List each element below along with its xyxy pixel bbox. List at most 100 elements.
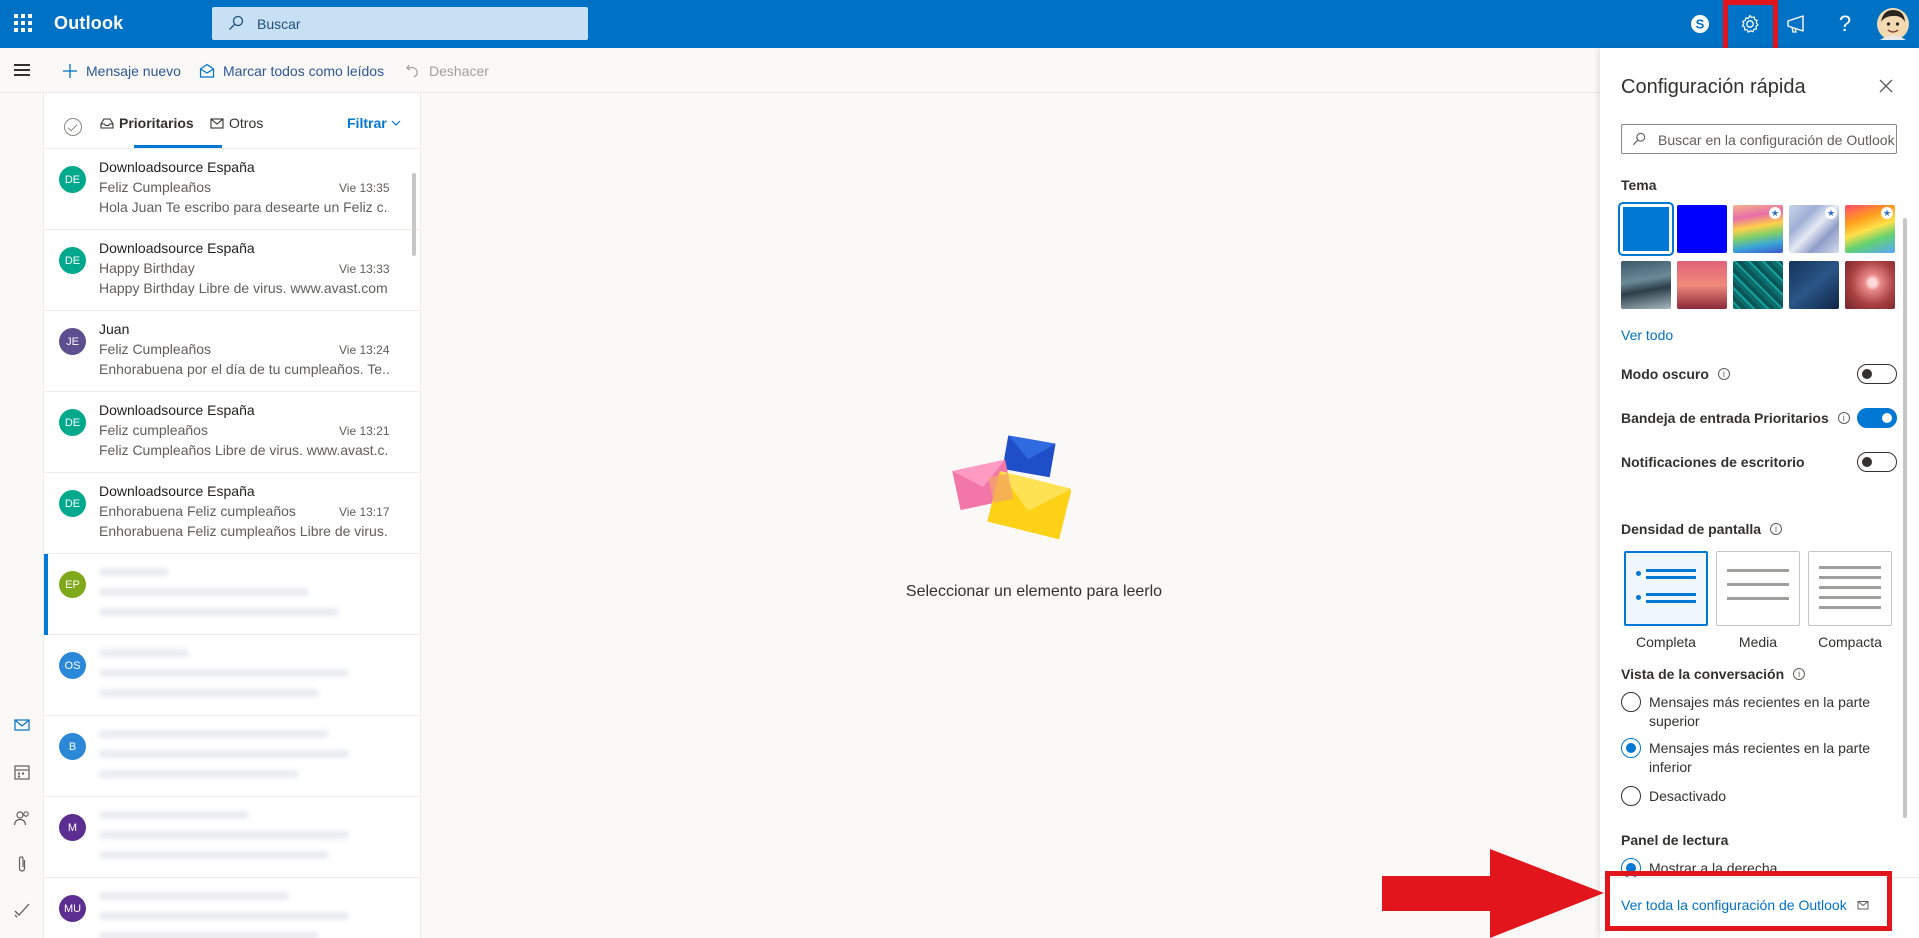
list-item[interactable]: OS xyxy=(44,635,420,716)
info-icon[interactable]: i xyxy=(1837,412,1850,424)
settings-search-input[interactable]: Buscar en la configuración de Outlook xyxy=(1621,124,1897,154)
hamburger-menu-icon[interactable] xyxy=(14,64,30,76)
sender-name: Downloadsource España xyxy=(99,402,255,418)
radio-label: Mensajes más recientes en la parte super… xyxy=(1649,694,1870,729)
undo-button[interactable]: Deshacer xyxy=(405,62,489,80)
sender-avatar: DE xyxy=(59,409,86,436)
density-full-option[interactable] xyxy=(1624,551,1708,626)
mail-icon[interactable] xyxy=(13,716,31,734)
list-item[interactable]: JE Juan Feliz Cumpleaños Vie 13:24 Enhor… xyxy=(44,311,420,392)
list-item[interactable]: DE Downloadsource España Feliz cumpleaño… xyxy=(44,392,420,473)
density-medium-option[interactable] xyxy=(1716,551,1800,626)
search-input[interactable]: Buscar xyxy=(212,7,588,40)
blurred-text xyxy=(99,588,309,596)
theme-ocean[interactable] xyxy=(1621,261,1671,309)
message-preview: Happy Birthday Libre de virus. www.avast… xyxy=(99,280,388,296)
list-item[interactable]: DE Downloadsource España Happy Birthday … xyxy=(44,230,420,311)
sender-avatar: M xyxy=(59,814,86,841)
list-scrollbar[interactable] xyxy=(412,173,416,256)
gear-highlight-box xyxy=(1723,0,1778,54)
density-medium-caption: Media xyxy=(1738,634,1778,650)
theme-unicorn[interactable]: ★ xyxy=(1789,205,1839,253)
list-item[interactable]: MU xyxy=(44,878,420,938)
theme-blue-selected[interactable] xyxy=(1618,202,1674,256)
blurred-text xyxy=(99,770,299,778)
close-icon[interactable] xyxy=(1878,78,1894,94)
radio-label: Mensajes más recientes en la parte infer… xyxy=(1649,740,1870,775)
list-item[interactable]: DE Downloadsource España Enhorabuena Fel… xyxy=(44,473,420,554)
other-inbox-icon xyxy=(210,118,224,129)
dark-mode-toggle[interactable] xyxy=(1857,364,1897,384)
focused-inbox-toggle[interactable] xyxy=(1857,408,1897,428)
theme-palm-sunset[interactable] xyxy=(1677,261,1727,309)
message-subject: Feliz cumpleaños xyxy=(99,422,208,438)
message-preview: Feliz Cumpleaños Libre de virus. www.ava… xyxy=(99,442,389,458)
info-icon[interactable]: i xyxy=(1770,523,1783,535)
message-time: Vie 13:33 xyxy=(339,262,390,276)
settings-scrollbar[interactable] xyxy=(1903,218,1907,818)
message-list: Prioritarios Otros Filtrar DE Downloadso… xyxy=(44,93,421,938)
see-all-themes-link[interactable]: Ver todo xyxy=(1621,327,1673,343)
list-item[interactable]: B xyxy=(44,716,420,797)
message-subject: Feliz Cumpleaños xyxy=(99,341,212,357)
density-compact-option[interactable] xyxy=(1808,551,1892,626)
theme-pride[interactable]: ★ xyxy=(1845,205,1895,253)
sender-avatar: OS xyxy=(59,652,86,679)
red-arrow-icon xyxy=(1382,849,1604,938)
density-full-caption: Completa xyxy=(1636,634,1696,650)
avatar[interactable] xyxy=(1876,7,1910,41)
megaphone-icon[interactable] xyxy=(1781,8,1813,40)
theme-vibe[interactable] xyxy=(1789,261,1839,309)
people-icon[interactable] xyxy=(13,809,31,827)
radio-button[interactable] xyxy=(1621,786,1641,806)
calendar-icon[interactable] xyxy=(13,763,31,781)
blurred-text xyxy=(99,912,349,920)
theme-deep-blue[interactable] xyxy=(1677,205,1727,253)
new-message-label: Mensaje nuevo xyxy=(86,63,181,79)
blurred-text xyxy=(99,689,319,697)
skype-icon[interactable]: S xyxy=(1684,8,1716,40)
select-all-checkbox[interactable] xyxy=(64,118,82,136)
blurred-text xyxy=(99,851,329,859)
density-compact-caption: Compacta xyxy=(1818,634,1882,650)
conversation-label: Vista de la conversación xyxy=(1621,666,1785,682)
undo-label: Deshacer xyxy=(429,63,489,79)
todo-check-icon[interactable] xyxy=(13,901,31,919)
star-icon: ★ xyxy=(1769,207,1781,219)
settings-search-placeholder: Buscar en la configuración de Outlook xyxy=(1658,132,1895,148)
new-message-button[interactable]: Mensaje nuevo xyxy=(62,62,181,80)
message-time: Vie 13:35 xyxy=(339,181,390,195)
info-icon[interactable]: i xyxy=(1717,368,1730,380)
density-label: Densidad de pantalla xyxy=(1621,521,1762,537)
dark-mode-label: Modo oscuro xyxy=(1621,366,1709,382)
tab-focused[interactable]: Prioritarios xyxy=(100,115,194,131)
tab-other[interactable]: Otros xyxy=(210,115,263,131)
radio-button[interactable] xyxy=(1621,692,1641,712)
tab-focused-label: Prioritarios xyxy=(119,115,194,131)
radio-button-selected[interactable] xyxy=(1621,738,1641,758)
list-item[interactable]: M xyxy=(44,797,420,878)
desktop-notifications-toggle[interactable] xyxy=(1857,452,1897,472)
footer-highlight-box xyxy=(1605,871,1892,931)
help-icon[interactable]: ? xyxy=(1829,8,1861,40)
theme-bokeh[interactable] xyxy=(1845,261,1895,309)
search-icon xyxy=(229,15,244,30)
sender-avatar: DE xyxy=(59,166,86,193)
list-item[interactable]: EP xyxy=(44,554,420,635)
theme-rainbow[interactable]: ★ xyxy=(1733,205,1783,253)
theme-circuit[interactable] xyxy=(1733,261,1783,309)
focused-inbox-icon xyxy=(100,118,114,129)
message-subject: Feliz Cumpleaños xyxy=(99,179,212,195)
sender-avatar: DE xyxy=(59,247,86,274)
blurred-text xyxy=(99,932,319,938)
filter-button[interactable]: Filtrar xyxy=(347,115,401,131)
brand-name[interactable]: Outlook xyxy=(54,13,123,34)
message-preview: Enhorabuena por el día de tu cumpleaños.… xyxy=(99,361,389,377)
list-item[interactable]: DE Downloadsource España Feliz Cumpleaño… xyxy=(44,149,420,230)
mark-all-read-button[interactable]: Marcar todos como leídos xyxy=(199,62,384,80)
waffle-icon[interactable] xyxy=(14,14,32,32)
blurred-text xyxy=(99,811,249,819)
attachment-icon[interactable] xyxy=(13,855,31,873)
density-label-row: Densidad de pantalla i xyxy=(1621,521,1783,537)
info-icon[interactable]: i xyxy=(1793,668,1806,680)
